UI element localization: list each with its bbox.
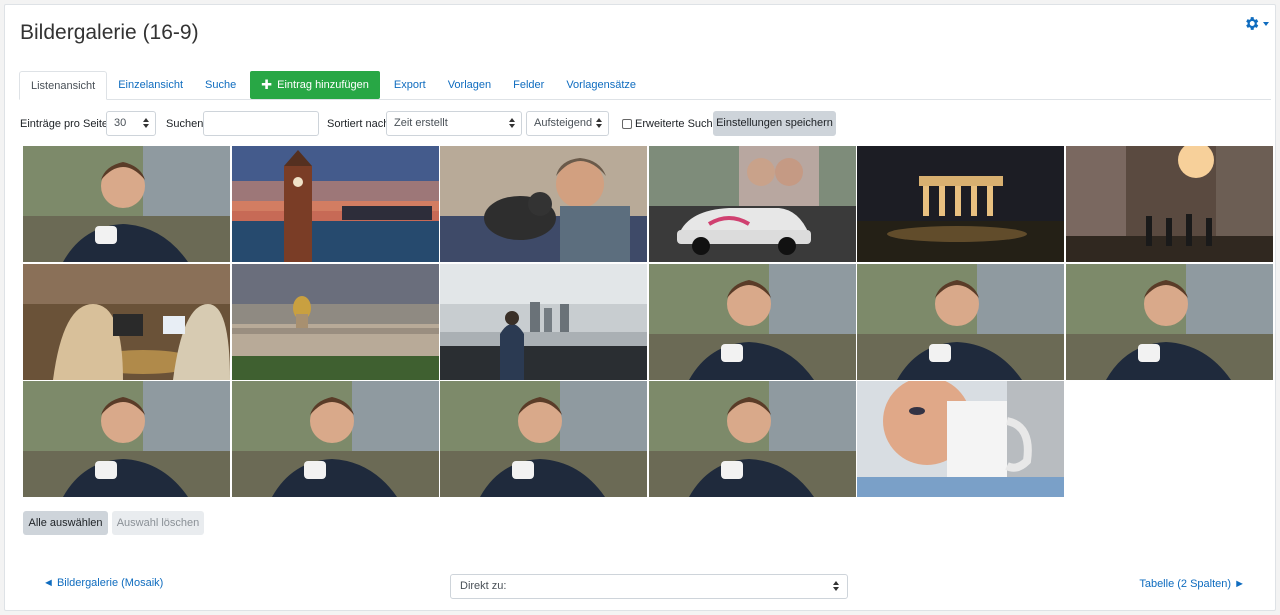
add-entry-button[interactable]: ✚ Eintrag hinzufügen [250,71,380,99]
previous-preset-link[interactable]: ◄ Bildergalerie (Mosaik) [43,577,163,589]
tab-list-view[interactable]: Listenansicht [19,71,108,100]
tab-export[interactable]: Export [383,71,437,99]
plus-icon: ✚ [261,77,273,92]
gallery-image-cafe-people-laptops[interactable] [23,263,230,380]
tab-fields[interactable]: Felder [502,71,555,99]
advanced-search-label: Erweiterte Suche [635,118,719,130]
per-page-select[interactable]: 30 [106,111,156,136]
save-settings-button[interactable]: Einstellungen speichern [713,111,836,136]
search-label: Suchen [166,118,204,130]
advanced-search-checkbox[interactable] [622,119,632,129]
jump-to-select[interactable]: Direkt zu: [450,574,848,599]
gallery-image-portrait-man-coffee[interactable] [648,381,856,497]
gallery-image-portrait-man-coffee[interactable] [857,263,1064,380]
sort-label: Sortiert nach [327,118,390,130]
tab-templates[interactable]: Vorlagen [437,71,502,99]
main-card: Bildergalerie (16-9) Listenansicht Einze… [4,4,1276,611]
gallery-image-portrait-man-coffee[interactable] [1065,263,1273,380]
gear-icon [1246,17,1259,30]
gallery-image-portrait-man-coffee[interactable] [23,381,230,497]
sort-order-select[interactable]: Aufsteigend [526,111,609,136]
list-controls: Einträge pro Seite 30 Suchen Sortiert na… [20,111,1270,137]
gallery-image-portrait-man-coffee[interactable] [440,381,647,497]
next-preset-link[interactable]: Tabelle (2 Spalten) ► [1139,578,1245,590]
select-arrows-icon [833,580,839,592]
tab-bar: Listenansicht Einzelansicht Suche ✚ Eint… [19,71,1271,100]
sort-order-value: Aufsteigend [534,117,593,129]
select-arrows-icon [596,117,602,129]
page-title: Bildergalerie (16-9) [20,21,199,44]
per-page-label: Einträge pro Seite [20,118,109,130]
gallery-image-brandenburg-gate-night[interactable] [857,146,1064,262]
gallery-image-portrait-man-coffee[interactable] [231,381,439,497]
settings-menu-button[interactable] [1243,15,1269,32]
gallery-image-man-with-cat[interactable] [440,146,647,262]
gallery-image-paris-skyline-dome[interactable] [231,263,439,380]
gallery-image-person-viewing-city-skyline[interactable] [440,263,647,380]
gallery-image-portrait-man-coffee[interactable] [648,263,856,380]
clear-selection-button[interactable]: Auswahl löschen [112,511,204,535]
chevron-down-icon [1263,21,1269,26]
per-page-value: 30 [114,117,127,129]
gallery-image-city-street-crowd-sunset[interactable] [1065,146,1273,262]
tab-presets[interactable]: Vorlagensätze [555,71,647,99]
sort-field-select[interactable]: Zeit erstellt [386,111,522,136]
select-arrows-icon [509,117,515,129]
tab-search[interactable]: Suche [194,71,247,99]
gallery-image-man-drinking-from-mug[interactable] [857,381,1064,497]
search-input[interactable] [203,111,319,136]
gallery-image-portrait-man-coffee[interactable] [23,146,230,262]
jump-to-placeholder: Direkt zu: [460,580,507,592]
sort-field-value: Zeit erstellt [394,117,448,129]
gallery-image-berlin-wall-mural-trabant[interactable] [648,146,856,262]
gallery-image-harbor-clock-tower-dusk[interactable] [231,146,439,262]
tab-single-view[interactable]: Einzelansicht [107,71,194,99]
add-entry-label: Eintrag hinzufügen [277,79,369,91]
select-arrows-icon [143,117,149,129]
select-all-button[interactable]: Alle auswählen [23,511,108,535]
